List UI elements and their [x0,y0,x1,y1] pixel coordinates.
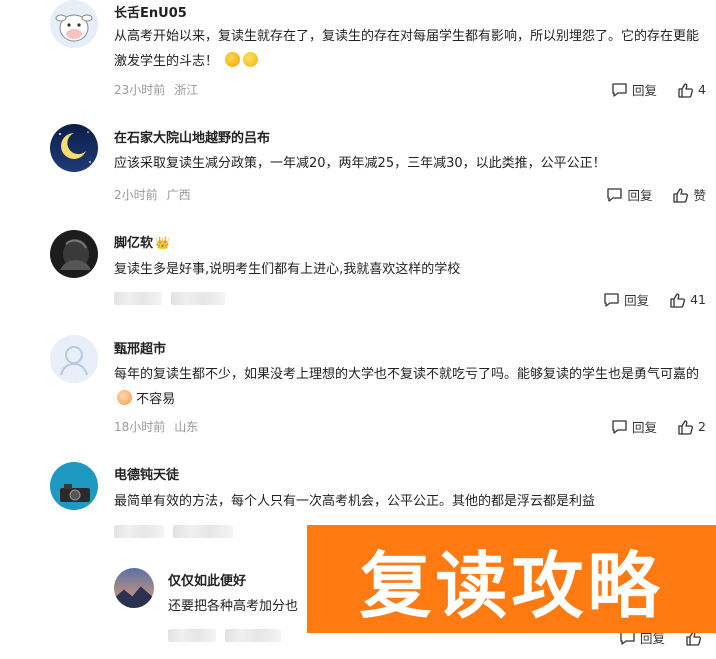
promo-overlay-banner: 复读攻略 [307,525,716,633]
reply-icon [607,187,623,202]
comment-actions: 回复 4 [595,80,706,101]
thumbs-up-icon [673,187,689,203]
blurred-timestamp [114,525,164,538]
avatar[interactable] [50,230,98,278]
comment-text: 从高考开始以来，复读生就存在了，复读生的存在对每届学生都有影响，所以别埋怨了。它… [114,29,700,69]
reply-button[interactable]: 回复 [603,290,649,309]
location: 山东 [174,420,199,434]
timestamp: 2小时前 [114,188,158,202]
like-button[interactable]: 赞 [672,185,706,204]
reply-button[interactable]: 回复 [611,417,657,436]
comment-text: 还要把各种高考加分也 [168,599,299,614]
thumbs-up-icon [678,419,694,435]
comment-meta: 2小时前 广西 [114,186,191,203]
timestamp: 23小时前 [114,83,166,97]
location: 广西 [166,188,191,202]
comment-actions: 回复 赞 [590,185,706,206]
comment-text: 应该采取复读生减分政策，一年减20，两年减25，三年减30，以此类推，公平公正！ [114,156,606,171]
blurred-timestamp [168,629,216,642]
moon-avatar-icon [50,124,98,172]
comment-text: 每年的复读生都不少，如果没考上理想的大学也不复读不就吃亏了吗。能够复读的学生也是… [114,367,700,407]
crown-badge-icon: 👑 [155,236,170,250]
comment-meta-blurred [114,524,233,538]
reply-icon [612,82,627,97]
username[interactable]: 甄邢超市 [114,338,166,357]
like-button[interactable]: 4 [677,82,706,98]
thumbs-up-icon [670,292,686,308]
like-button[interactable]: 41 [669,292,706,308]
username[interactable]: 电德钝天徒 [114,464,179,483]
comment-actions: 回复 2 [595,417,706,438]
comment-meta-blurred [114,291,225,305]
avatar[interactable] [50,124,98,172]
clapping-emoji-icon [117,390,132,405]
reply-icon [612,419,627,434]
blurred-location [225,629,281,642]
avatar[interactable] [50,0,98,48]
avatar[interactable] [50,462,98,510]
like-button[interactable]: 2 [677,419,706,435]
portrait-avatar-icon [50,230,98,278]
username[interactable]: 在石家大院山地越野的吕布 [114,127,270,146]
cow-avatar-icon [50,0,98,48]
thumbs-up-icon [678,82,694,98]
reply-button[interactable]: 回复 [606,185,653,204]
username[interactable]: 脚亿软 👑 [114,232,170,251]
laughing-emoji-icon [225,52,241,67]
blurred-location [171,292,225,305]
camera-avatar-icon [50,462,98,510]
default-user-avatar-icon [50,335,98,383]
comment-meta: 18小时前 山东 [114,418,198,435]
blurred-timestamp [114,292,162,305]
timestamp: 18小时前 [114,420,166,434]
username[interactable]: 仅仅如此便好 [168,570,246,589]
grinning-emoji-icon [243,52,259,67]
blurred-location [173,525,233,538]
avatar[interactable] [50,335,98,383]
reply-button[interactable]: 回复 [611,80,657,99]
comment-meta: 23小时前 浙江 [114,81,198,98]
reply-icon [604,292,619,307]
comment-meta-blurred [168,628,281,642]
avatar[interactable] [114,568,154,608]
comment-actions: 回复 41 [587,290,706,311]
comment-text: 最简单有效的方法，每个人只有一次高考机会，公平公正。其他的都是浮云都是利益 [114,494,596,509]
username[interactable]: 长舌EnU05 [114,2,187,21]
landscape-avatar-icon [114,568,154,608]
comment-text: 复读生多是好事,说明考生们都有上进心,我就喜欢这样的学校 [114,262,461,277]
location: 浙江 [174,83,199,97]
